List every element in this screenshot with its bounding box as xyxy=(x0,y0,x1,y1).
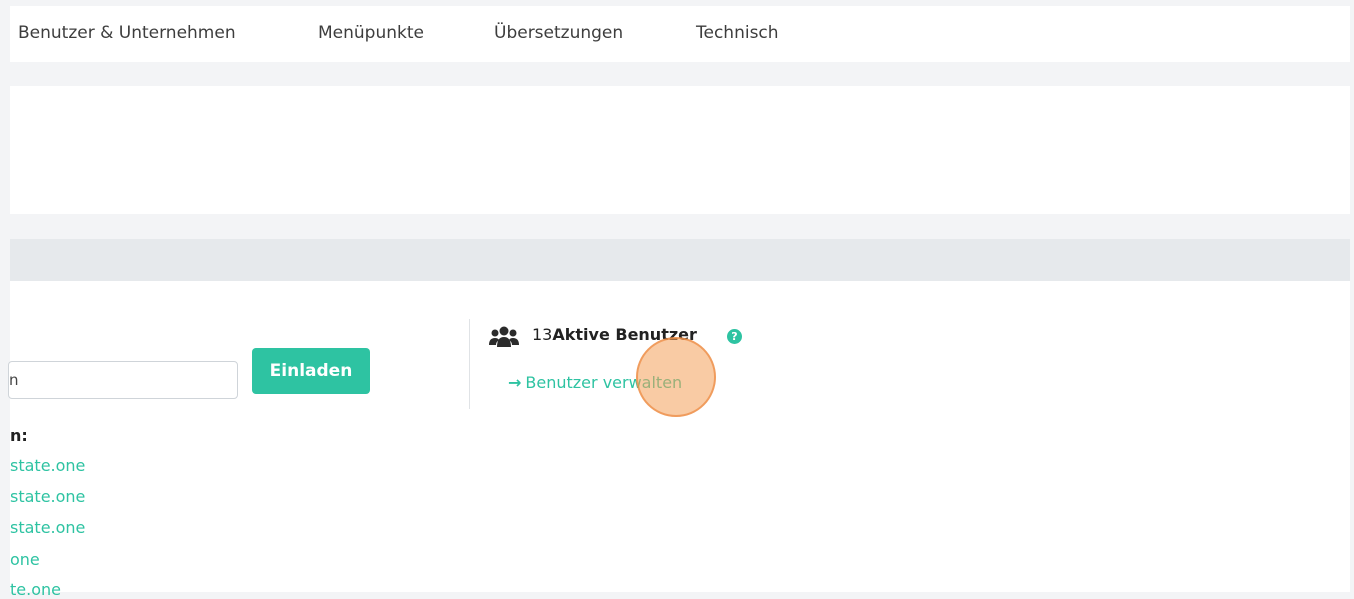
domain-item[interactable]: state.one xyxy=(10,456,85,475)
users-icon xyxy=(489,326,519,347)
click-indicator xyxy=(636,337,716,417)
nav-item-translations[interactable]: Übersetzungen xyxy=(494,23,623,43)
invite-button[interactable]: Einladen xyxy=(252,348,370,394)
vertical-divider xyxy=(469,319,470,409)
top-navigation: Benutzer & Unternehmen Menüpunkte Überse… xyxy=(10,6,1350,62)
nav-item-users-companies[interactable]: Benutzer & Unternehmen xyxy=(18,23,236,43)
nav-item-technical[interactable]: Technisch xyxy=(696,23,779,43)
domain-item[interactable]: state.one xyxy=(10,518,85,537)
info-panel xyxy=(10,86,1350,214)
arrow-right-icon: → xyxy=(508,373,522,392)
domains-label: n: xyxy=(10,426,28,445)
domain-item[interactable]: one xyxy=(10,550,40,569)
nav-item-menu-items[interactable]: Menüpunkte xyxy=(318,23,424,43)
users-section: n Einladen n: state.one state.one state.… xyxy=(8,281,1350,599)
section-header xyxy=(10,239,1350,281)
invite-input-value: n xyxy=(9,371,19,389)
domain-item[interactable]: te.one xyxy=(10,580,61,599)
help-icon[interactable]: ? xyxy=(727,329,742,344)
invite-email-input[interactable]: n xyxy=(8,361,238,399)
domain-item[interactable]: state.one xyxy=(10,487,85,506)
active-users-count: 13 xyxy=(532,325,553,344)
